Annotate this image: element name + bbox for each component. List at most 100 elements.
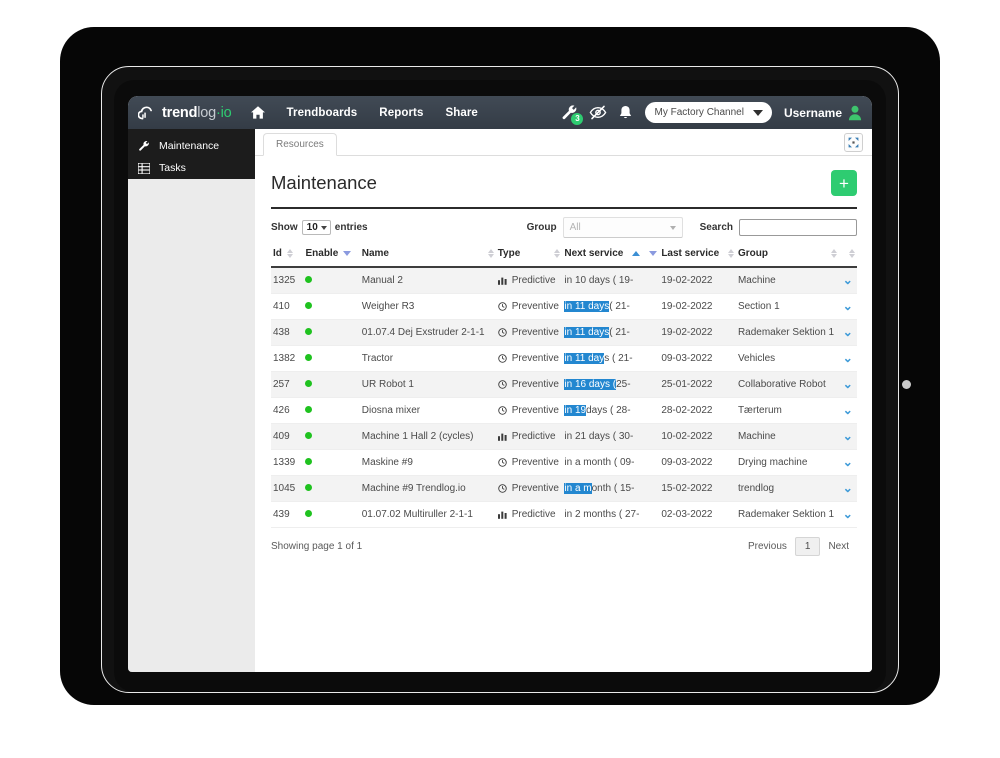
cell-expand[interactable]: ⌄ bbox=[838, 397, 857, 424]
tab-strip: Resources bbox=[255, 129, 872, 156]
add-resource-button[interactable]: + bbox=[831, 170, 857, 196]
clock-icon bbox=[497, 328, 507, 337]
table-row[interactable]: 1382 Tractor Preventive in 11 days ( 21- 09-… bbox=[271, 345, 857, 372]
table-row[interactable]: 1325 Manual 2 Predictive in 10 days ( 19- 19… bbox=[271, 267, 857, 294]
cell-expand[interactable]: ⌄ bbox=[838, 449, 857, 476]
cell-enable[interactable] bbox=[303, 371, 360, 398]
search-input[interactable] bbox=[739, 219, 857, 236]
user-menu[interactable]: Username bbox=[784, 105, 862, 121]
sidebar-item-maintenance[interactable]: Maintenance bbox=[128, 135, 255, 157]
col-header-next-service[interactable]: Next service bbox=[562, 244, 660, 268]
hide-toggle-button[interactable] bbox=[589, 105, 607, 120]
col-header-last-service[interactable]: Last service bbox=[659, 244, 736, 268]
sidebar-item-label: Maintenance bbox=[159, 140, 220, 152]
maintenance-table: Id Enable Name Type Next service Last se… bbox=[271, 244, 857, 528]
pagination: Previous 1 Next bbox=[740, 537, 857, 556]
cell-group: Machine bbox=[735, 267, 839, 294]
cell-name: 01.07.02 Multiruller 2-1-1 bbox=[359, 501, 496, 528]
col-header-enable[interactable]: Enable bbox=[303, 244, 360, 268]
next-service-rest-text: ( 21- bbox=[609, 301, 630, 312]
table-row[interactable]: 438 01.07.4 Dej Exstruder 2-1-1 Preventive… bbox=[271, 319, 857, 346]
nav-link-share[interactable]: Share bbox=[434, 103, 488, 123]
expand-fullscreen-button[interactable] bbox=[844, 133, 863, 152]
bar-chart-icon bbox=[497, 432, 507, 441]
cell-type: Preventive bbox=[495, 293, 563, 320]
col-header-id[interactable]: Id bbox=[271, 244, 304, 268]
tab-resources[interactable]: Resources bbox=[263, 133, 337, 156]
channel-select-dropdown[interactable]: My Factory Channel bbox=[645, 102, 772, 123]
col-header-type[interactable]: Type bbox=[495, 244, 563, 268]
enabled-status-dot bbox=[305, 484, 313, 491]
bar-chart-icon bbox=[497, 510, 507, 519]
table-row[interactable]: 1045 Machine #9 Trendlog.io Preventive in a… bbox=[271, 475, 857, 502]
chevron-down-icon: ⌄ bbox=[842, 299, 853, 313]
next-service-text: in a month ( 09- bbox=[564, 457, 635, 468]
table-row[interactable]: 439 01.07.02 Multiruller 2-1-1 Predictive i… bbox=[271, 501, 857, 528]
cell-enable[interactable] bbox=[303, 449, 360, 476]
col-header-group[interactable]: Group bbox=[735, 244, 839, 268]
nav-home-button[interactable] bbox=[250, 105, 266, 120]
type-label: Preventive bbox=[511, 379, 559, 390]
group-filter-select[interactable]: All bbox=[562, 217, 683, 238]
sort-icon bbox=[554, 249, 561, 258]
table-row[interactable]: 409 Machine 1 Hall 2 (cycles) Predictive in… bbox=[271, 423, 857, 450]
logo-text-io: ·io bbox=[216, 104, 232, 121]
cell-enable[interactable] bbox=[303, 345, 360, 372]
clock-icon bbox=[497, 380, 507, 389]
cell-expand[interactable]: ⌄ bbox=[838, 501, 857, 528]
sort-desc-icon bbox=[343, 251, 352, 256]
cell-last-service: 09-03-2022 bbox=[659, 345, 736, 372]
col-header-name[interactable]: Name bbox=[359, 244, 496, 268]
page-header: Maintenance + bbox=[271, 170, 857, 196]
cell-last-service: 28-02-2022 bbox=[659, 397, 736, 424]
nav-link-trendboards[interactable]: Trendboards bbox=[276, 103, 369, 123]
brand-logo[interactable]: trendlog·io bbox=[138, 105, 232, 121]
next-service-rest-text: s ( 21- bbox=[604, 353, 633, 364]
top-navbar: trendlog·io Trendboards Reports Share 3 … bbox=[128, 96, 872, 129]
notifications-button[interactable] bbox=[618, 105, 633, 121]
type-label: Preventive bbox=[511, 483, 559, 494]
cell-enable[interactable] bbox=[303, 423, 360, 450]
next-service-selected-text: in 11 days bbox=[564, 301, 610, 312]
maintenance-alerts-button[interactable]: 3 bbox=[561, 104, 584, 125]
enabled-status-dot bbox=[305, 328, 313, 335]
table-header-row: Id Enable Name Type Next service Last se… bbox=[271, 244, 857, 268]
pagination-previous[interactable]: Previous bbox=[740, 538, 795, 555]
cell-enable[interactable] bbox=[303, 319, 360, 346]
table-row[interactable]: 426 Diosna mixer Preventive in 19 days ( 28… bbox=[271, 397, 857, 424]
table-row[interactable]: 1339 Maskine #9 Preventive in a month ( 09-… bbox=[271, 449, 857, 476]
cell-expand[interactable]: ⌄ bbox=[838, 345, 857, 372]
cell-enable[interactable] bbox=[303, 293, 360, 320]
logo-text-log: log bbox=[197, 104, 217, 121]
cell-expand[interactable]: ⌄ bbox=[838, 319, 857, 346]
table-row[interactable]: 257 UR Robot 1 Preventive in 16 days ( 25- 2… bbox=[271, 371, 857, 398]
pagination-next[interactable]: Next bbox=[820, 538, 857, 555]
cell-last-service: 19-02-2022 bbox=[659, 293, 736, 320]
cell-last-service: 19-02-2022 bbox=[659, 319, 736, 346]
pagination-page-1[interactable]: 1 bbox=[794, 537, 821, 556]
cell-enable[interactable] bbox=[303, 397, 360, 424]
table-row[interactable]: 410 Weigher R3 Preventive in 11 days ( 21- 1… bbox=[271, 293, 857, 320]
sidebar-item-tasks[interactable]: Tasks bbox=[128, 157, 255, 179]
chevron-down-icon: ⌄ bbox=[842, 325, 853, 339]
page-container: Maintenance + Show 10 entries Group All … bbox=[255, 156, 872, 556]
nav-link-reports[interactable]: Reports bbox=[368, 103, 434, 123]
col-header-actions[interactable] bbox=[838, 244, 857, 268]
chevron-down-icon: ⌄ bbox=[842, 403, 853, 417]
cell-name: Weigher R3 bbox=[359, 293, 496, 320]
entries-per-page-select[interactable]: 10 bbox=[301, 220, 331, 235]
cell-group: Tærterum bbox=[735, 397, 839, 424]
cell-expand[interactable]: ⌄ bbox=[838, 267, 857, 294]
wrench-icon bbox=[137, 140, 151, 152]
cell-enable[interactable] bbox=[303, 267, 360, 294]
cell-expand[interactable]: ⌄ bbox=[838, 423, 857, 450]
cell-enable[interactable] bbox=[303, 475, 360, 502]
cell-name: Machine 1 Hall 2 (cycles) bbox=[359, 423, 496, 450]
cell-group: trendlog bbox=[735, 475, 839, 502]
cell-expand[interactable]: ⌄ bbox=[838, 475, 857, 502]
enabled-status-dot bbox=[305, 432, 313, 439]
cell-expand[interactable]: ⌄ bbox=[838, 371, 857, 398]
cell-enable[interactable] bbox=[303, 501, 360, 528]
cell-expand[interactable]: ⌄ bbox=[838, 293, 857, 320]
show-label: Show bbox=[271, 222, 298, 233]
